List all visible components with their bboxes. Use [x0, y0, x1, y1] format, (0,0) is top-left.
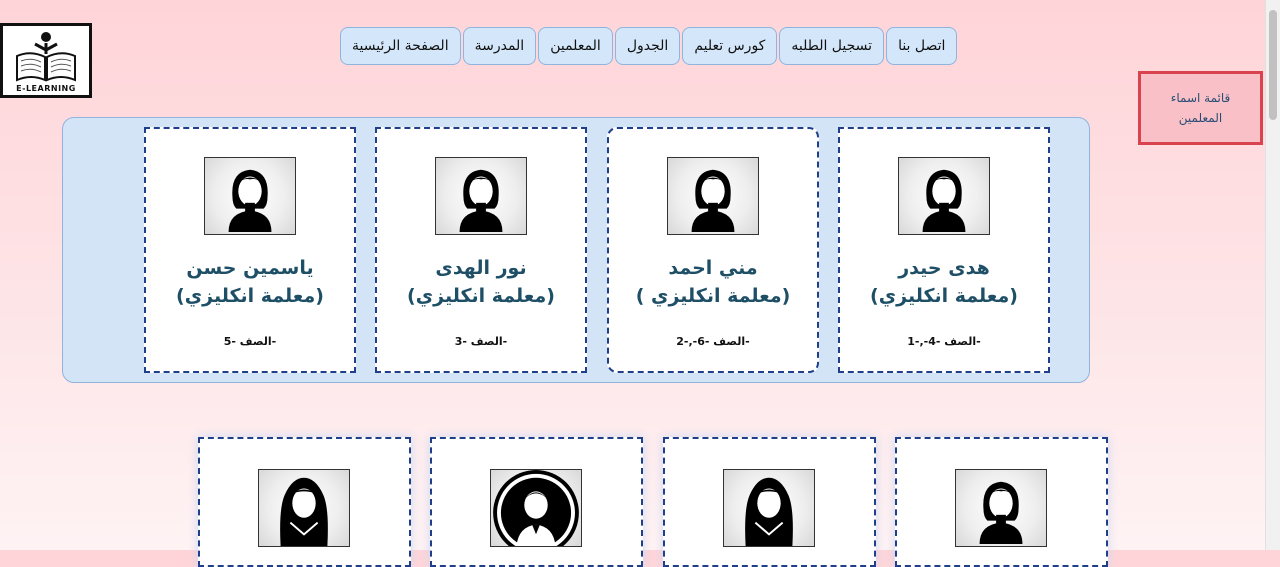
teacher-card[interactable]: مني احمد ( معلمة انكليزي) الصف -6-,-2-: [607, 127, 819, 373]
teacher-card[interactable]: [198, 437, 411, 567]
nav-home[interactable]: الصفحة الرئيسية: [340, 27, 461, 65]
nav-schedule[interactable]: الجدول: [614, 27, 681, 65]
logo-text: E-LEARNING: [16, 84, 76, 93]
teacher-role: (معلمة انكليزي): [870, 285, 1018, 307]
man-avatar-icon: [490, 469, 582, 547]
teacher-card[interactable]: [430, 437, 643, 567]
teacher-card[interactable]: [663, 437, 876, 567]
woman-avatar-icon: [667, 157, 759, 235]
teacher-card[interactable]: هدى حيدر (معلمة انكليزي) الصف -4-,-1-: [838, 127, 1050, 373]
teacher-grade: الصف -6-,-2-: [676, 335, 750, 348]
teachers-panel: هدى حيدر (معلمة انكليزي) الصف -4-,-1- من…: [62, 117, 1090, 383]
site-logo[interactable]: E-LEARNING: [0, 23, 92, 98]
woman-avatar-icon: [898, 157, 990, 235]
nav-student-registration[interactable]: تسجيل الطلبه: [779, 27, 885, 65]
nav-school[interactable]: المدرسة: [462, 27, 537, 65]
nav-contact-us[interactable]: اتصل بنا: [886, 27, 958, 65]
teacher-card[interactable]: [895, 437, 1108, 567]
main-nav: اتصل بنا تسجيل الطلبه كورس تعليم الجدول …: [338, 27, 958, 65]
hijab-woman-avatar-icon: [723, 469, 815, 547]
teacher-name: هدى حيدر: [898, 257, 990, 279]
teachers-list-label[interactable]: قائمة اسماء المعلمين: [1138, 71, 1263, 145]
teacher-name: نور الهدى: [435, 257, 527, 279]
scrollbar-thumb[interactable]: [1269, 10, 1277, 120]
teacher-grade: الصف -4-,-1-: [907, 335, 981, 348]
hijab-woman-avatar-icon: [258, 469, 350, 547]
teacher-role: (معلمة انكليزي): [176, 285, 324, 307]
woman-avatar-icon: [435, 157, 527, 235]
woman-avatar-icon: [204, 157, 296, 235]
book-person-icon: [16, 32, 76, 82]
teacher-grade: الصف -5-: [223, 335, 277, 348]
teacher-card[interactable]: ياسمين حسن (معلمة انكليزي) الصف -5-: [144, 127, 356, 373]
woman-avatar-icon: [955, 469, 1047, 547]
teacher-grade: الصف -3-: [454, 335, 508, 348]
nav-teachers[interactable]: المعلمين: [538, 27, 613, 65]
nav-course[interactable]: كورس تعليم: [682, 27, 778, 65]
teacher-role: (معلمة انكليزي): [407, 285, 555, 307]
teacher-name: ياسمين حسن: [186, 257, 314, 279]
teacher-card[interactable]: نور الهدى (معلمة انكليزي) الصف -3-: [375, 127, 587, 373]
page-scrollbar[interactable]: [1265, 0, 1280, 550]
teacher-name: مني احمد: [668, 257, 758, 279]
teacher-role: ( معلمة انكليزي): [635, 285, 791, 307]
